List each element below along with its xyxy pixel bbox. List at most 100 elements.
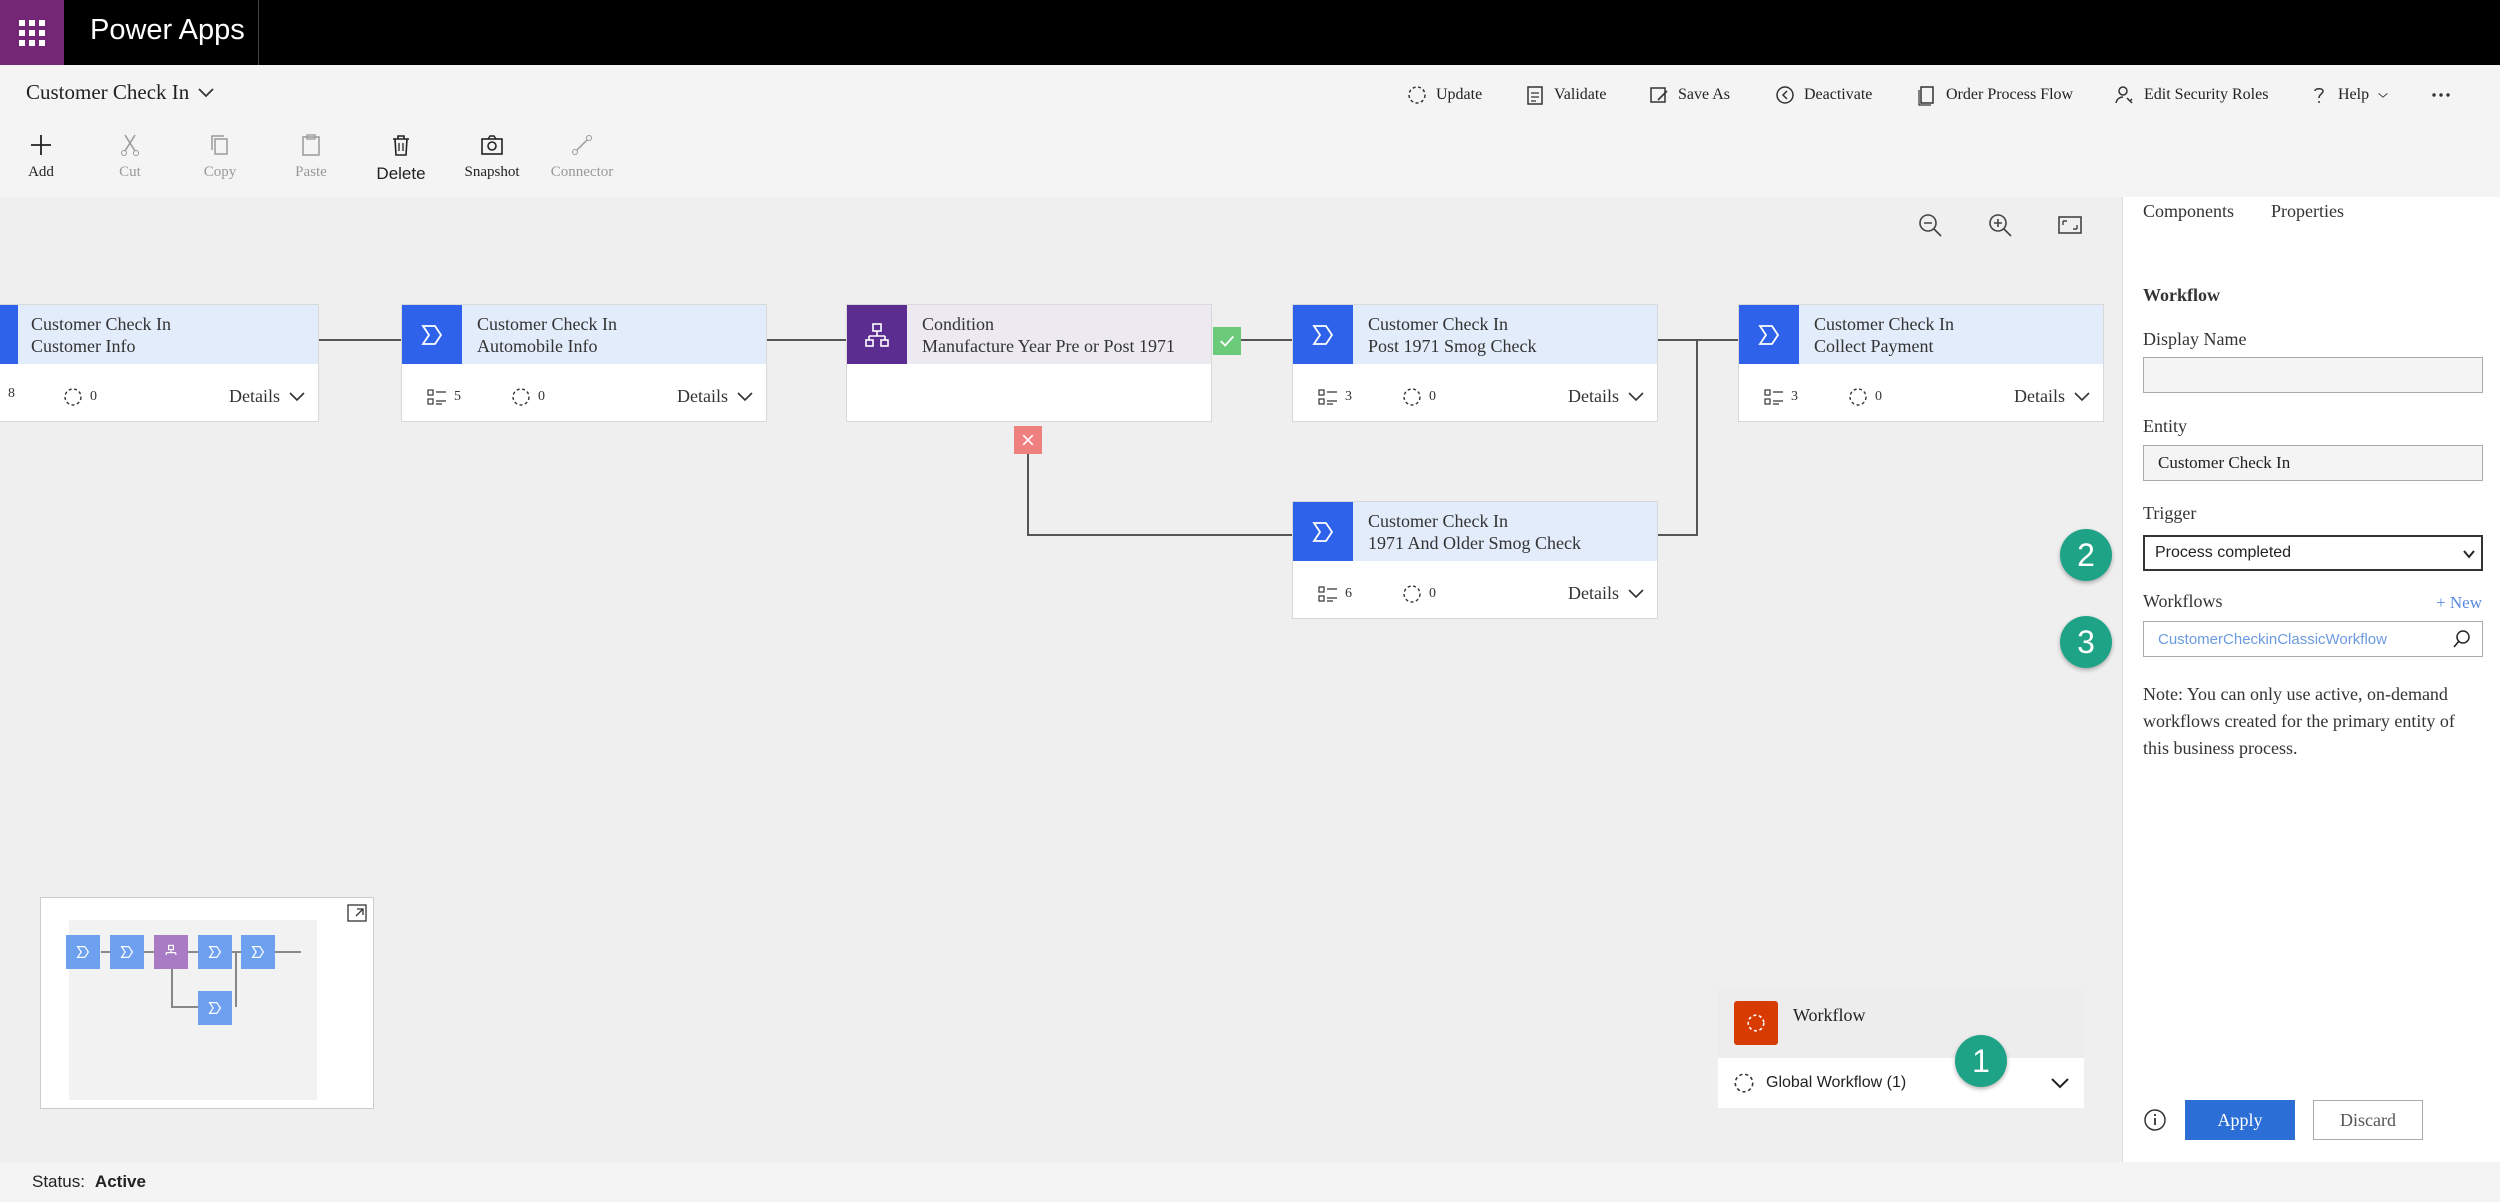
- workflows-label: Workflows: [2143, 591, 2223, 611]
- fit-to-screen-icon[interactable]: [2055, 210, 2085, 240]
- help-button[interactable]: Help: [2308, 84, 2389, 106]
- zoom-out-icon[interactable]: [1915, 210, 1945, 240]
- more-button[interactable]: [2428, 84, 2454, 106]
- info-icon[interactable]: [2143, 1108, 2167, 1132]
- apply-button[interactable]: Apply: [2185, 1100, 2295, 1140]
- discard-button[interactable]: Discard: [2313, 1100, 2423, 1140]
- details-toggle[interactable]: Details: [677, 386, 754, 407]
- stage-footer: 3 0 Details: [1293, 364, 1657, 423]
- delete-button[interactable]: Delete: [356, 132, 446, 184]
- cut-button[interactable]: Cut: [85, 132, 175, 181]
- tab-components[interactable]: Components: [2143, 201, 2234, 222]
- minimap-node: [110, 935, 144, 969]
- chevron-stage-icon: [0, 320, 1, 350]
- steps-value: 5: [454, 389, 461, 404]
- snapshot-button[interactable]: Snapshot: [447, 132, 537, 181]
- callout-badge-2: 2: [2060, 529, 2112, 581]
- save-as-button[interactable]: Save As: [1648, 84, 1730, 106]
- chevron-down-icon[interactable]: [2050, 1076, 2070, 1090]
- flows-value: 0: [90, 389, 97, 404]
- workflow-panel-title: Workflow: [1793, 1005, 1866, 1025]
- connector-line: [764, 339, 848, 341]
- global-workflow-label: Global Workflow (1): [1766, 1074, 1907, 1091]
- flows-value: 0: [538, 389, 545, 404]
- steps-count: 3: [1763, 386, 1798, 408]
- minimap-node: [66, 935, 100, 969]
- paste-button[interactable]: Paste: [266, 132, 356, 181]
- update-button[interactable]: Update: [1406, 84, 1482, 106]
- edit-security-roles-label: Edit Security Roles: [2144, 86, 2269, 103]
- condition-node[interactable]: Condition Manufacture Year Pre or Post 1…: [846, 304, 1212, 422]
- stage-footer: 8 0 Details: [0, 364, 318, 423]
- add-label: Add: [28, 164, 54, 180]
- trash-icon: [393, 135, 409, 156]
- details-toggle[interactable]: Details: [1568, 583, 1645, 604]
- stage-icon: [0, 305, 18, 364]
- refresh-icon: [1408, 86, 1426, 104]
- details-label: Details: [677, 386, 728, 406]
- details-toggle[interactable]: Details: [2014, 386, 2091, 407]
- process-title-dropdown[interactable]: Customer Check In: [26, 80, 215, 105]
- validate-button[interactable]: Validate: [1524, 84, 1606, 106]
- chevron-down-icon: [2378, 93, 2388, 98]
- connector-line: [1696, 339, 1698, 535]
- trigger-select[interactable]: Process completed: [2143, 535, 2483, 571]
- entity-label: Entity: [2143, 416, 2187, 436]
- stage-title: Customer Check In 1971 And Older Smog Ch…: [1368, 510, 1581, 554]
- connector-button[interactable]: Connector: [537, 132, 627, 181]
- copy-button[interactable]: Copy: [175, 132, 265, 181]
- edit-security-roles-button[interactable]: Edit Security Roles: [2114, 84, 2268, 106]
- stage-customer-info[interactable]: Customer Check In Customer Info 8 0 Deta…: [0, 304, 319, 422]
- flows-count: 0: [1401, 386, 1436, 408]
- stage-collect-payment[interactable]: Customer Check In Collect Payment 3 0 De…: [1738, 304, 2104, 422]
- steps-value: 8: [8, 386, 15, 401]
- details-toggle[interactable]: Details: [1568, 386, 1645, 407]
- steps-value: 3: [1791, 389, 1798, 404]
- flows-value: 0: [1875, 389, 1882, 404]
- refresh-icon: [512, 388, 530, 406]
- condition-true-branch[interactable]: [1213, 327, 1241, 355]
- stage-title-line1: Customer Check In: [31, 314, 171, 334]
- stage-title: Customer Check In Post 1971 Smog Check: [1368, 313, 1537, 357]
- workflow-lookup-input[interactable]: CustomerCheckinClassicWorkflow: [2143, 621, 2483, 657]
- stage-post-1971-smog-check[interactable]: Customer Check In Post 1971 Smog Check 3…: [1292, 304, 1658, 422]
- chevron-stage-icon: [421, 324, 443, 345]
- flows-count: 0: [62, 386, 97, 408]
- refresh-icon: [1734, 1073, 1754, 1093]
- status-label: Status:: [32, 1172, 85, 1191]
- flows-count: 0: [510, 386, 545, 408]
- tab-properties[interactable]: Properties: [2271, 201, 2344, 222]
- check-icon: [1220, 335, 1234, 347]
- details-toggle[interactable]: Details: [229, 386, 306, 407]
- stage-title-line1: Customer Check In: [1814, 314, 1954, 334]
- connector-icon: [572, 135, 592, 155]
- zoom-in-icon[interactable]: [1985, 210, 2015, 240]
- stage-1971-and-older-smog-check[interactable]: Customer Check In 1971 And Older Smog Ch…: [1292, 501, 1658, 619]
- deactivate-button[interactable]: Deactivate: [1774, 84, 1872, 106]
- trigger-value: Process completed: [2155, 544, 2292, 561]
- order-process-flow-button[interactable]: Order Process Flow: [1916, 84, 2073, 106]
- flows-value: 0: [1429, 586, 1436, 601]
- app-launcher-button[interactable]: [0, 0, 64, 65]
- collapse-minimap-icon[interactable]: [347, 904, 367, 922]
- stage-title-line2: Customer Info: [31, 336, 136, 356]
- entity-field: Customer Check In: [2143, 445, 2483, 481]
- stage-title-line1: Customer Check In: [1368, 511, 1508, 531]
- add-button[interactable]: Add: [0, 132, 86, 181]
- condition-false-branch[interactable]: [1014, 426, 1042, 454]
- stage-title-line1: Customer Check In: [1368, 314, 1508, 334]
- search-icon[interactable]: [2452, 629, 2472, 649]
- display-name-input[interactable]: [2143, 357, 2483, 393]
- global-workflow-row[interactable]: Global Workflow (1): [1718, 1058, 2084, 1108]
- connector-line: [1241, 339, 1293, 341]
- snapshot-label: Snapshot: [464, 164, 520, 180]
- chevron-stage-icon: [1312, 324, 1334, 345]
- stage-automobile-info[interactable]: Customer Check In Automobile Info 5 0 De…: [401, 304, 767, 422]
- stage-icon: [1293, 502, 1353, 561]
- delete-label: Delete: [376, 164, 426, 183]
- new-workflow-link[interactable]: + New: [2436, 593, 2482, 613]
- global-workflow-panel[interactable]: Workflow Global Workflow (1): [1718, 988, 2084, 1108]
- page-title: Customer Check In: [26, 80, 190, 104]
- validate-label: Validate: [1554, 86, 1607, 103]
- minimap[interactable]: [40, 897, 374, 1109]
